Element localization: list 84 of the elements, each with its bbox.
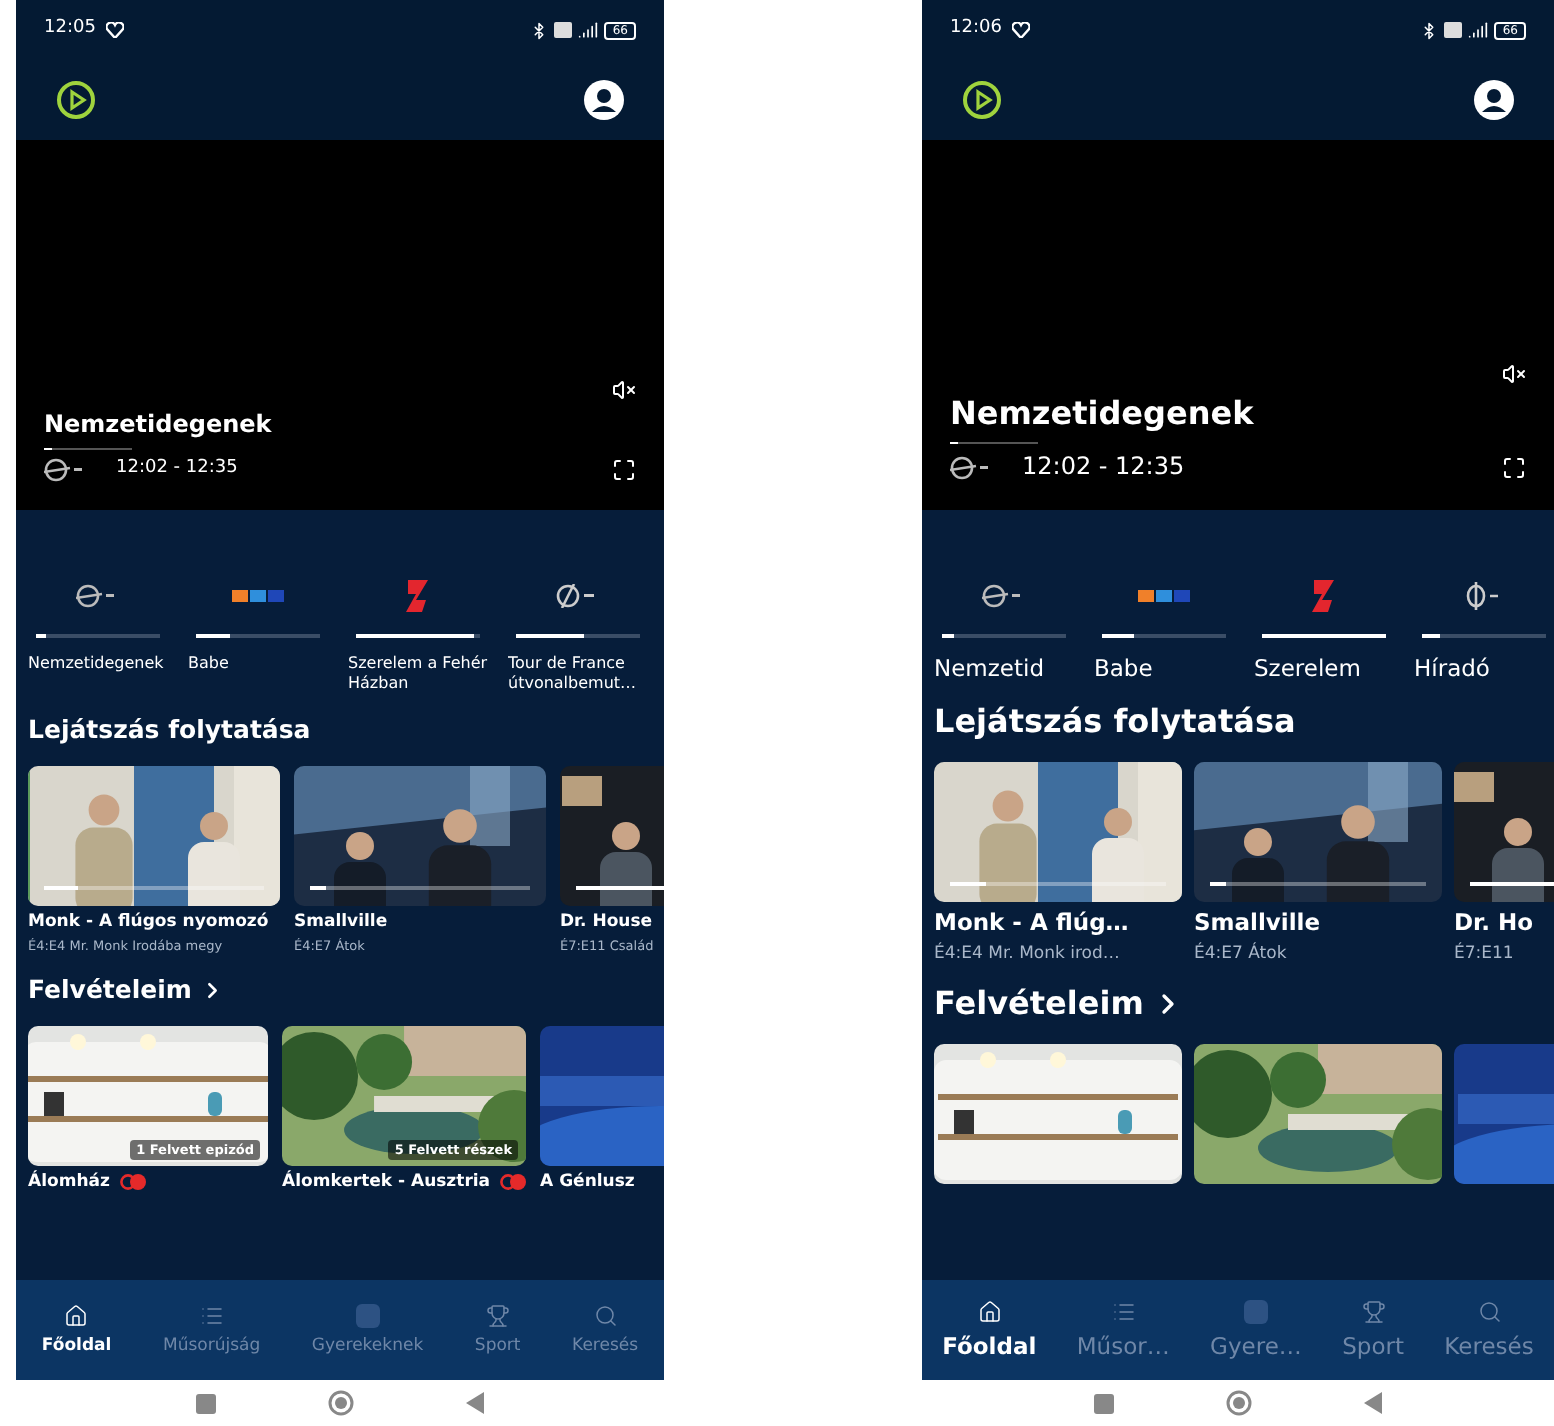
bluetooth-icon [530, 21, 549, 39]
show-title: Smallville [294, 911, 390, 933]
section-title: Lejátszás folytatása [28, 714, 313, 746]
home-icon [977, 1300, 1002, 1324]
section-title: Lejátszás folytatása [934, 702, 1298, 743]
channel-program-title: Híradó [1414, 654, 1492, 683]
fullscreen-icon[interactable] [612, 458, 636, 482]
play-logo-icon[interactable] [962, 80, 1002, 120]
globe-icon [950, 455, 994, 479]
channel-tile[interactable]: Babe [1094, 574, 1254, 683]
recents-icon[interactable] [196, 1393, 216, 1413]
blank-tile-icon [1243, 1300, 1268, 1324]
channel-program-title: Nemzetidegenek [28, 654, 166, 674]
channel-program-title: Babe [188, 654, 231, 674]
channel-program-title: Szerelem [1254, 654, 1363, 683]
broadcast-time: 12:02 - 12:35 [116, 458, 238, 482]
show-title: Álomház [28, 1172, 110, 1194]
slanted-logo-icon [404, 580, 432, 612]
episode-label: É7:E11 [1454, 943, 1516, 965]
broadcast-time: 12:02 - 12:35 [1022, 452, 1185, 482]
status-time: 12:06 [950, 18, 1002, 42]
home-button-icon[interactable] [1226, 1390, 1252, 1416]
profile-icon[interactable] [584, 80, 624, 120]
show-title: A Génlusz [540, 1172, 635, 1194]
phi-icon [1464, 582, 1504, 610]
blocks-icon [232, 590, 284, 602]
mute-icon[interactable] [612, 378, 636, 402]
nav-tab[interactable]: Főoldal [938, 1296, 1041, 1364]
channel-program-title: Tour de France útvonalbemut… [508, 654, 639, 694]
channel-program-title: Babe [1094, 654, 1155, 683]
globe-icon [44, 458, 88, 482]
back-icon[interactable] [1364, 1392, 1382, 1414]
channel-program-title: Nemzetid [934, 654, 1046, 683]
show-title: Monk - A flúgos nyomozó [28, 911, 271, 933]
channel-tile[interactable]: Babe [188, 574, 348, 694]
video-title: Nemzetidegenek [950, 394, 1256, 434]
blank-tile-icon [355, 1304, 380, 1328]
channel-tile[interactable]: Tour de France útvonalbemut… [508, 574, 664, 694]
signal-icon [1468, 20, 1489, 40]
recording-card[interactable]: A Génlusz [540, 1026, 664, 1194]
signal-icon [578, 20, 599, 40]
sim-icon [1444, 22, 1463, 38]
show-title: Dr. Ho [1454, 908, 1535, 938]
trophy-icon [1361, 1300, 1386, 1324]
bluetooth-icon [1420, 21, 1439, 39]
sim-icon [554, 22, 573, 38]
heart-icon [105, 22, 124, 38]
trophy-icon [485, 1304, 510, 1328]
crossed-globe-icon [556, 584, 600, 608]
continue-card[interactable]: Monk - A flúg… É4:E4 Mr. Monk irod… [934, 762, 1182, 965]
channel-program-title: Szerelem a Fehér Házban [348, 654, 488, 694]
section-title[interactable]: Felvételeim [934, 984, 1144, 1025]
episode-label: É4:E7 Átok [1194, 943, 1289, 965]
video-title: Nemzetidegenek [44, 410, 274, 440]
mute-icon[interactable] [1502, 362, 1526, 386]
back-icon[interactable] [466, 1392, 484, 1414]
channel-tile[interactable]: Nemzetid [934, 574, 1094, 683]
search-icon [593, 1304, 618, 1328]
channel-tile[interactable]: Nemzetidegenek [28, 574, 188, 694]
play-logo-icon[interactable] [56, 80, 96, 120]
status-time: 12:05 [44, 18, 96, 42]
slanted-logo-icon [1310, 580, 1338, 612]
globe-icon [982, 584, 1026, 608]
continue-card[interactable]: Dr. Ho É7:E11 [1454, 762, 1554, 965]
show-title: Smallville [1194, 908, 1323, 938]
blocks-icon [1138, 590, 1190, 602]
show-title: Monk - A flúg… [934, 908, 1131, 938]
show-title: Álomkertek - Ausztria [282, 1172, 491, 1194]
home-icon [64, 1304, 89, 1328]
section-title[interactable]: Felvételeim [28, 974, 192, 1006]
search-icon [1477, 1300, 1501, 1324]
profile-icon[interactable] [1474, 80, 1514, 120]
channel-tile[interactable]: Szerelem a Fehér Házban [348, 574, 508, 694]
home-button-icon[interactable] [328, 1390, 354, 1416]
globe-icon [76, 584, 120, 608]
channel-tile[interactable]: Szerelem [1254, 574, 1414, 683]
continue-card[interactable]: Smallville É4:E7 Átok [1194, 762, 1442, 965]
recents-icon[interactable] [1094, 1393, 1114, 1413]
nav-tab[interactable]: Főoldal [37, 1300, 116, 1360]
fullscreen-icon[interactable] [1502, 455, 1526, 479]
heart-icon [1011, 22, 1030, 38]
episode-label: É4:E4 Mr. Monk irod… [934, 943, 1122, 965]
channel-tile[interactable]: Híradó [1414, 574, 1554, 683]
show-title: Dr. House [560, 911, 655, 933]
